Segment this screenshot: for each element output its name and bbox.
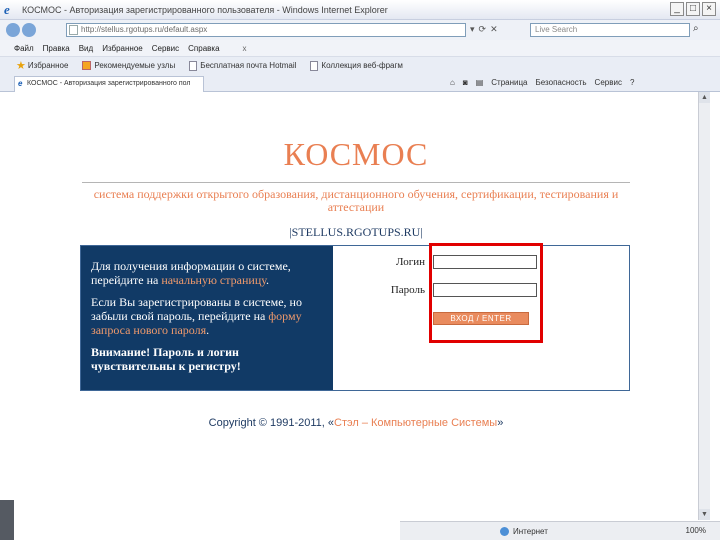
copyright: Copyright © 1991-2011, «Стэл – Компьютер… bbox=[208, 417, 504, 429]
window-controls: _ □ × bbox=[670, 2, 716, 16]
help-icon[interactable]: ? bbox=[630, 78, 634, 87]
menu-bar: Файл Правка Вид Избранное Сервис Справка… bbox=[0, 40, 720, 56]
close-toolbar-icon[interactable]: x bbox=[243, 44, 247, 53]
info-panel: Для получения информации о системе, пере… bbox=[81, 246, 333, 390]
menu-view[interactable]: Вид bbox=[79, 44, 93, 53]
fav-item-label: Коллекция веб-фрагм bbox=[321, 61, 403, 70]
login-submit-button[interactable]: ВХОД / ENTER bbox=[433, 312, 529, 325]
case-warning: Внимание! Пароль и логин чувствительны к… bbox=[91, 345, 241, 373]
fav-item-hotmail[interactable]: Бесплатная почта Hotmail bbox=[189, 60, 297, 71]
window-title: КОСМОС - Авторизация зарегистрированного… bbox=[22, 4, 388, 15]
command-safety[interactable]: Безопасность bbox=[536, 78, 587, 87]
star-icon: ★ bbox=[16, 60, 26, 72]
site-logo: КОСМОС bbox=[283, 136, 429, 172]
command-bar: ⌂ ◙ ▤ Страница Безопасность Сервис ? bbox=[450, 78, 634, 87]
suggested-sites-icon bbox=[82, 61, 92, 70]
feeds-icon[interactable]: ◙ bbox=[463, 78, 468, 87]
address-input[interactable]: http://stellus.rgotups.ru/default.aspx bbox=[66, 23, 466, 37]
login-box: Для получения информации о системе, пере… bbox=[80, 243, 630, 391]
tab-kosmos[interactable]: e КОСМОС - Авторизация зарегистрированно… bbox=[14, 76, 204, 92]
window-titlebar: e КОСМОС - Авторизация зарегистрированно… bbox=[0, 0, 720, 20]
stop-icon[interactable]: ✕ bbox=[490, 24, 498, 35]
command-tools[interactable]: Сервис bbox=[595, 78, 622, 87]
favorites-button[interactable]: ★ Избранное bbox=[16, 59, 68, 72]
scroll-down-icon[interactable]: ▼ bbox=[699, 509, 710, 520]
site-subtitle: система поддержки открытого образования,… bbox=[93, 187, 619, 214]
close-button[interactable]: × bbox=[702, 2, 716, 16]
address-text: http://stellus.rgotups.ru/default.aspx bbox=[81, 25, 208, 34]
divider bbox=[82, 182, 630, 183]
dropdown-arrow-icon[interactable]: ▾ bbox=[470, 24, 475, 35]
page-icon bbox=[69, 25, 78, 35]
refresh-icon[interactable]: ⟳ bbox=[479, 24, 487, 35]
ie-logo-icon: e bbox=[18, 79, 23, 88]
menu-tools[interactable]: Сервис bbox=[152, 44, 179, 53]
menu-file[interactable]: Файл bbox=[14, 44, 34, 53]
print-icon[interactable]: ▤ bbox=[476, 78, 484, 87]
search-input[interactable]: Live Search bbox=[530, 23, 690, 37]
search-icon[interactable]: ⌕ bbox=[693, 23, 705, 37]
menu-edit[interactable]: Правка bbox=[43, 44, 70, 53]
command-page[interactable]: Страница bbox=[491, 78, 527, 87]
fav-item-label: Рекомендуемые узлы bbox=[94, 61, 176, 70]
ie-logo-icon: e bbox=[4, 1, 10, 17]
password-input[interactable] bbox=[433, 283, 537, 297]
page-icon bbox=[189, 60, 198, 71]
minimize-button[interactable]: _ bbox=[670, 2, 684, 16]
tab-bar: e КОСМОС - Авторизация зарегистрированно… bbox=[0, 74, 720, 92]
status-bar: Интернет 100% bbox=[400, 521, 720, 540]
security-zone: Интернет bbox=[513, 526, 548, 536]
favorites-bar: ★ Избранное Рекомендуемые узлы Бесплатна… bbox=[0, 56, 720, 74]
home-page-link[interactable]: начальную страницу bbox=[161, 273, 266, 287]
info-paragraph-password: Если Вы зарегистрированы в системе, но з… bbox=[91, 295, 302, 337]
favorites-label: Избранное bbox=[27, 61, 69, 70]
address-bar: http://stellus.rgotups.ru/default.aspx ▾… bbox=[0, 20, 720, 40]
login-input[interactable] bbox=[433, 255, 537, 269]
login-label: Логин bbox=[396, 256, 425, 268]
menu-favorites[interactable]: Избранное bbox=[102, 44, 143, 53]
fav-item-webslices[interactable]: Коллекция веб-фрагм bbox=[310, 60, 403, 71]
page-content: КОСМОС система поддержки открытого образ… bbox=[78, 128, 634, 436]
back-arrow-icon[interactable] bbox=[6, 23, 20, 37]
site-address: |STELLUS.RGOTUPS.RU| bbox=[289, 225, 423, 239]
fav-item-label: Бесплатная почта Hotmail bbox=[200, 61, 297, 70]
page-icon bbox=[310, 60, 319, 71]
fav-item-suggested[interactable]: Рекомендуемые узлы bbox=[82, 61, 175, 70]
tab-label: КОСМОС - Авторизация зарегистрированного… bbox=[27, 80, 191, 87]
info-paragraph-home: Для получения информации о системе, пере… bbox=[91, 259, 291, 287]
taskbar-edge bbox=[0, 500, 14, 540]
address-tools: ▾ ⟳ ✕ bbox=[470, 24, 498, 35]
scroll-up-icon[interactable]: ▲ bbox=[699, 92, 710, 103]
home-icon[interactable]: ⌂ bbox=[450, 78, 455, 87]
menu-help[interactable]: Справка bbox=[188, 44, 219, 53]
maximize-button[interactable]: □ bbox=[686, 2, 700, 16]
password-label: Пароль bbox=[390, 284, 425, 296]
zoom-level[interactable]: 100% bbox=[686, 526, 706, 535]
vertical-scrollbar[interactable]: ▲ ▼ bbox=[698, 92, 710, 520]
company-link[interactable]: Стэл – Компьютерные Системы bbox=[334, 417, 497, 429]
globe-icon bbox=[500, 526, 509, 536]
forward-arrow-icon[interactable] bbox=[22, 23, 36, 37]
